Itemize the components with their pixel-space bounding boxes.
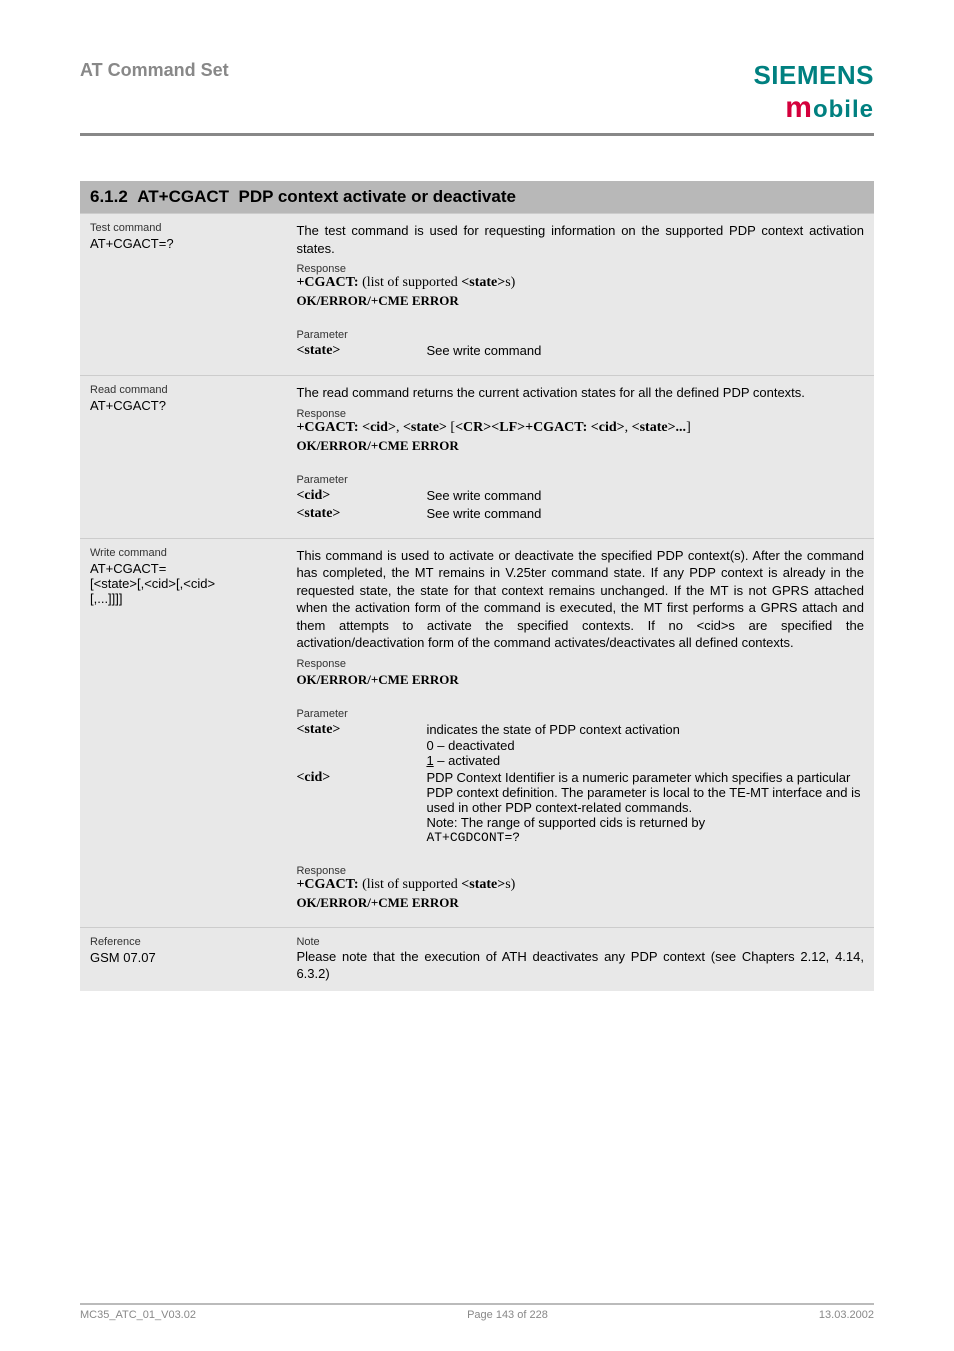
test-cmd: AT+CGACT=? xyxy=(90,236,276,251)
ref-right: Note Please note that the execution of A… xyxy=(286,927,874,991)
write-param-state: <state> indicates the state of PDP conte… xyxy=(296,722,864,738)
read-cmd: AT+CGACT? xyxy=(90,398,276,413)
logo-m: m xyxy=(785,91,813,124)
header-title: AT Command Set xyxy=(80,60,229,81)
write-cid-key: <cid> xyxy=(296,770,426,815)
header-rule xyxy=(80,133,874,136)
write-state-desc: indicates the state of PDP context activ… xyxy=(426,722,864,738)
write-ok: OK/ERROR/+CME ERROR xyxy=(296,672,864,688)
write-state-1b: – activated xyxy=(434,753,501,768)
write-left: Write command AT+CGACT= [<state>[,<cid>[… xyxy=(80,538,286,927)
test-ok: OK/ERROR/+CME ERROR xyxy=(296,293,864,309)
write-state-1: 1 – activated xyxy=(426,753,864,768)
logo-mobile-rest: obile xyxy=(813,96,874,123)
ref-nlabel: Note xyxy=(296,936,864,948)
ref-nbody: Please note that the execution of ATH de… xyxy=(296,948,864,983)
test-param-state: <state> See write command xyxy=(296,343,864,359)
test-param-label: Parameter xyxy=(296,329,864,341)
write-cmd2: [<state>[,<cid>[,<cid> xyxy=(90,576,276,591)
write-cmd: AT+CGACT= xyxy=(90,561,276,576)
read-param-state: <state> See write command xyxy=(296,506,864,522)
ref-label: Reference xyxy=(90,936,276,948)
test-right: The test command is used for requesting … xyxy=(286,214,874,376)
read-body: The read command returns the current act… xyxy=(296,384,864,402)
test-label: Test command xyxy=(90,222,276,234)
test-body: The test command is used for requesting … xyxy=(296,222,864,257)
read-state-val: See write command xyxy=(426,506,864,522)
write-row: Write command AT+CGACT= [<state>[,<cid>[… xyxy=(80,538,874,927)
write-param-cid: <cid> PDP Context Identifier is a numeri… xyxy=(296,770,864,815)
test-left: Test command AT+CGACT=? xyxy=(80,214,286,376)
write-state-1a: 1 xyxy=(426,753,433,768)
write-cid-cmd: AT+CGDCONT=? xyxy=(426,830,864,845)
read-ok: OK/ERROR/+CME ERROR xyxy=(296,438,864,454)
read-state-key: <state> xyxy=(296,506,426,522)
read-row: Read command AT+CGACT? The read command … xyxy=(80,376,874,539)
logo-siemens: SIEMENS xyxy=(753,60,874,91)
write-cid-desc: PDP Context Identifier is a numeric para… xyxy=(426,770,864,815)
section-desc: PDP context activate or deactivate xyxy=(238,187,515,206)
write-resp-label: Response xyxy=(296,658,864,670)
write-body: This command is used to activate or deac… xyxy=(296,547,864,652)
test-resp-line: +CGACT: (list of supported <state>s) xyxy=(296,275,864,291)
read-param-label: Parameter xyxy=(296,474,864,486)
page-footer: MC35_ATC_01_V03.02 Page 143 of 228 13.03… xyxy=(80,1303,874,1321)
write-state-0: 0 – deactivated xyxy=(426,738,864,753)
ref-left: Reference GSM 07.07 xyxy=(80,927,286,991)
test-state-key: <state> xyxy=(296,343,426,359)
test-row: Test command AT+CGACT=? The test command… xyxy=(80,214,874,376)
read-cid-key: <cid> xyxy=(296,488,426,504)
section-number: 6.1.2 xyxy=(90,187,128,206)
write-label: Write command xyxy=(90,547,276,559)
read-param-cid: <cid> See write command xyxy=(296,488,864,504)
write-cmd3: [,...]]]] xyxy=(90,591,276,606)
write-ok2: OK/ERROR/+CME ERROR xyxy=(296,895,864,911)
read-right: The read command returns the current act… xyxy=(286,376,874,539)
read-cid-val: See write command xyxy=(426,488,864,504)
ref-val: GSM 07.07 xyxy=(90,950,276,965)
write-param-label: Parameter xyxy=(296,708,864,720)
write-resp-line2: +CGACT: (list of supported <state>s) xyxy=(296,877,864,893)
read-label: Read command xyxy=(90,384,276,396)
footer-right: 13.03.2002 xyxy=(819,1309,874,1321)
footer-left: MC35_ATC_01_V03.02 xyxy=(80,1309,196,1321)
write-state-key: <state> xyxy=(296,722,426,738)
test-state-val: See write command xyxy=(426,343,864,359)
section-title: 6.1.2 AT+CGACT PDP context activate or d… xyxy=(80,181,874,213)
ref-row: Reference GSM 07.07 Note Please note tha… xyxy=(80,927,874,991)
section-cmd: AT+CGACT xyxy=(137,187,229,206)
page-header: AT Command Set SIEMENS mobile xyxy=(80,60,874,125)
logo-mobile: mobile xyxy=(753,91,874,125)
logo: SIEMENS mobile xyxy=(753,60,874,125)
read-resp-line: +CGACT: <cid>, <state> [<CR><LF>+CGACT: … xyxy=(296,420,864,436)
write-right: This command is used to activate or deac… xyxy=(286,538,874,927)
read-resp-label: Response xyxy=(296,408,864,420)
write-resp-label2: Response xyxy=(296,865,864,877)
read-left: Read command AT+CGACT? xyxy=(80,376,286,539)
footer-center: Page 143 of 228 xyxy=(467,1309,548,1321)
command-table: Test command AT+CGACT=? The test command… xyxy=(80,213,874,991)
write-cid-note: Note: The range of supported cids is ret… xyxy=(426,815,864,830)
test-resp-label: Response xyxy=(296,263,864,275)
